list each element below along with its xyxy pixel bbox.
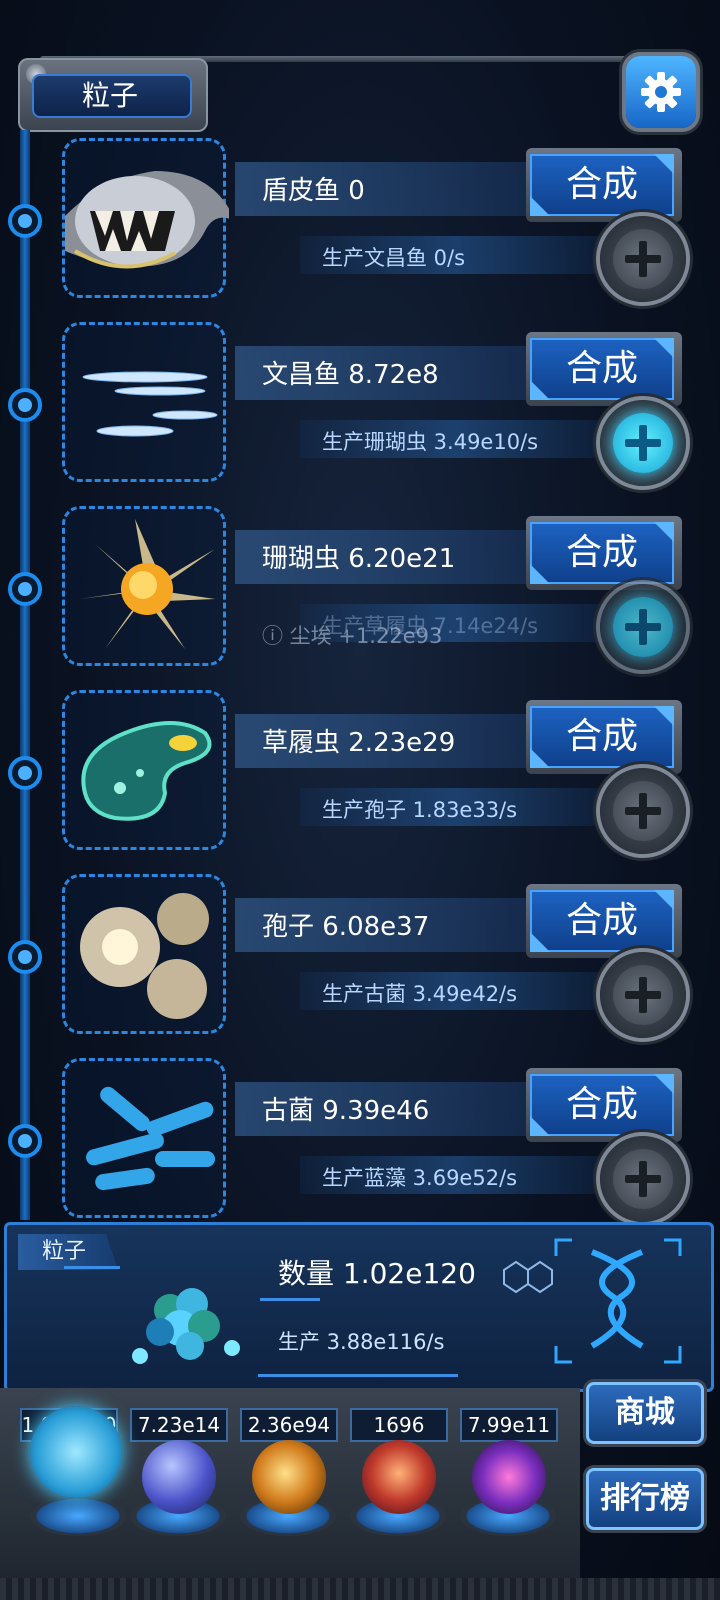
resource-counter: 2.36e94	[240, 1408, 338, 1442]
shop-button[interactable]: 商城	[586, 1382, 704, 1444]
title-tab: 粒子	[18, 58, 208, 132]
creature-image-dunkleosteus[interactable]	[62, 138, 229, 298]
craft-button-label: 合成	[530, 706, 674, 768]
paramecium-icon	[81, 721, 212, 821]
info-tag: 粒子	[18, 1234, 118, 1270]
settings-button[interactable]	[626, 56, 696, 128]
upgrade-plus-button[interactable]	[600, 400, 686, 486]
craft-button-label: 合成	[530, 154, 674, 216]
spine-node-icon	[8, 572, 42, 606]
production-rate: 生产珊瑚虫 3.49e10/s	[322, 430, 539, 454]
creature-row: 草履虫 2.23e29 生产孢子 1.83e33/s 合成	[0, 690, 720, 860]
brain-orb-tab[interactable]	[362, 1440, 436, 1514]
particle-cluster-icon	[132, 1288, 240, 1364]
plus-icon	[613, 229, 673, 289]
plus-icon	[613, 597, 673, 657]
resource-counter: 7.99e11	[460, 1408, 558, 1442]
spine-node-icon	[8, 204, 42, 238]
lightning-orb-tab[interactable]	[142, 1440, 216, 1514]
coral-polyp-icon	[80, 519, 215, 649]
craft-button[interactable]: 合成	[526, 1068, 682, 1142]
creature-image-lancelet[interactable]	[62, 322, 226, 482]
upgrade-plus-button[interactable]	[600, 1136, 686, 1222]
production-rate: 生产文昌鱼 0/s	[322, 246, 466, 270]
spine-node-icon	[8, 1124, 42, 1158]
upgrade-plus-button[interactable]	[600, 952, 686, 1038]
craft-button-label: 合成	[530, 522, 674, 584]
toast-message: ⓘ 尘埃 +1.22e93	[262, 624, 443, 648]
creature-image-coral-polyp[interactable]	[62, 506, 226, 666]
particle-orb-tab[interactable]	[30, 1406, 122, 1498]
creature-image-archaea[interactable]	[62, 1058, 226, 1218]
dunkleosteus-icon	[65, 171, 229, 269]
connector-line	[260, 1298, 320, 1301]
creature-image-spores[interactable]	[62, 874, 226, 1034]
upgrade-plus-button[interactable]	[600, 216, 686, 302]
creature-row: 盾皮鱼 0 生产文昌鱼 0/s 合成	[0, 138, 720, 308]
creature-row: 文昌鱼 8.72e8 生产珊瑚虫 3.49e10/s 合成	[0, 322, 720, 492]
connector-line	[258, 1374, 458, 1377]
particle-quantity: 数量 1.02e120	[278, 1257, 476, 1290]
dna-icon-frame	[552, 1236, 684, 1366]
resource-counter: 1696	[350, 1408, 448, 1442]
orb-pedestal	[30, 1496, 126, 1536]
creature-image-paramecium[interactable]	[62, 690, 226, 850]
lancelet-icon	[82, 371, 218, 437]
craft-button[interactable]: 合成	[526, 332, 682, 406]
craft-button[interactable]: 合成	[526, 884, 682, 958]
production-rate: 生产蓝藻 3.69e52/s	[322, 1166, 518, 1190]
production-rate: 生产古菌 3.49e42/s	[322, 982, 518, 1006]
plus-icon	[613, 965, 673, 1025]
creature-name: 珊瑚虫 6.20e21	[262, 544, 456, 574]
spine-node-icon	[8, 940, 42, 974]
craft-button[interactable]: 合成	[526, 516, 682, 590]
upgrade-plus-button[interactable]	[600, 584, 686, 670]
creature-name: 孢子 6.08e37	[262, 912, 430, 942]
leaderboard-button[interactable]: 排行榜	[586, 1468, 704, 1530]
plus-icon	[613, 413, 673, 473]
resource-counter: 7.23e14	[130, 1408, 228, 1442]
page-title: 粒子	[32, 74, 192, 118]
upgrade-plus-button[interactable]	[600, 768, 686, 854]
particle-rate: 生产 3.88e116/s	[278, 1330, 445, 1354]
archaea-icon	[86, 1086, 215, 1191]
connector-line	[64, 1266, 120, 1269]
plus-icon	[613, 1149, 673, 1209]
footer-strip	[0, 1578, 720, 1600]
vortex-orb-tab[interactable]	[472, 1440, 546, 1514]
craft-button[interactable]: 合成	[526, 148, 682, 222]
craft-button-label: 合成	[530, 890, 674, 952]
spores-icon	[80, 893, 209, 1019]
craft-button-label: 合成	[530, 338, 674, 400]
production-rate: 生产孢子 1.83e33/s	[322, 798, 518, 822]
craft-button[interactable]: 合成	[526, 700, 682, 774]
craft-button-label: 合成	[530, 1074, 674, 1136]
creature-row: 珊瑚虫 6.20e21 生产草履虫 7.14e24/s 合成	[0, 506, 720, 676]
spine-node-icon	[8, 388, 42, 422]
nebula-orb-tab[interactable]	[252, 1440, 326, 1514]
dna-icon	[554, 1238, 682, 1364]
creature-name: 文昌鱼 8.72e8	[262, 360, 439, 390]
plus-icon	[613, 781, 673, 841]
creature-name: 盾皮鱼 0	[262, 176, 365, 206]
gear-icon	[641, 72, 681, 112]
creature-name: 草履虫 2.23e29	[262, 728, 456, 758]
creature-row: 孢子 6.08e37 生产古菌 3.49e42/s 合成	[0, 874, 720, 1044]
creature-name: 古菌 9.39e46	[262, 1096, 430, 1126]
creature-row: 古菌 9.39e46 生产蓝藻 3.69e52/s 合成	[0, 1058, 720, 1228]
spine-node-icon	[8, 756, 42, 790]
